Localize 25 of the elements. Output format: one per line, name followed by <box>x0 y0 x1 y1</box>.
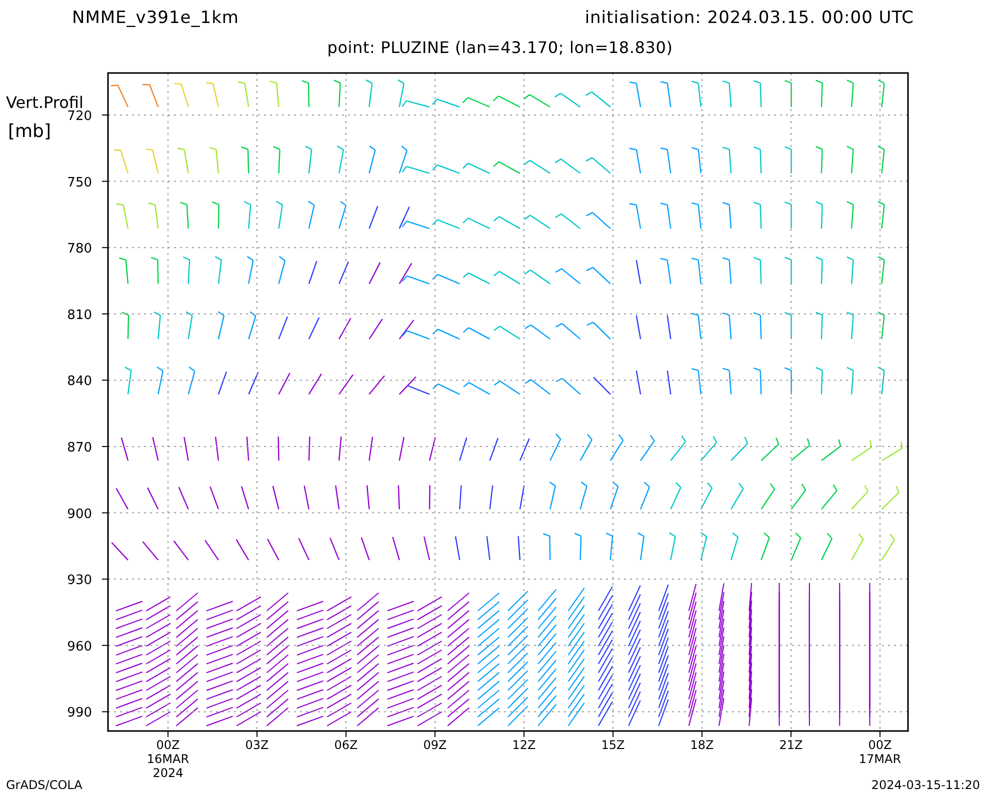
x-tick-label: 15Z <box>601 738 625 752</box>
y-tick-label: 750 <box>67 175 92 190</box>
y-tick-label: 930 <box>67 573 92 588</box>
point-subtitle: point: PLUZINE (lan=43.170; lon=18.830) <box>327 38 673 59</box>
x-tick-label: 18Z <box>690 738 714 752</box>
y-tick-label: 900 <box>67 506 92 522</box>
x-tick-label: 12Z <box>512 738 536 752</box>
y-tick-label: 720 <box>67 109 92 124</box>
y-tick-label: 990 <box>67 706 92 721</box>
y-tick-label: 870 <box>67 440 92 456</box>
footer-timestamp: 2024-03-15-11:20 <box>871 778 980 792</box>
y-tick-label: 840 <box>67 374 92 390</box>
x-tick-label: 00Z 16MAR 2024 <box>146 738 190 778</box>
x-tick-label: 03Z <box>245 738 269 752</box>
x-tick-label: 06Z <box>334 738 358 752</box>
x-tick-label: 21Z <box>779 738 803 752</box>
y-axis-label: [mb] <box>8 121 52 142</box>
footer-credit: GrADS/COLA <box>6 778 82 792</box>
x-tick-label: 09Z <box>423 738 447 752</box>
y-tick-label: 810 <box>67 308 92 323</box>
initialisation-time: initialisation: 2024.03.15. 00:00 UTC <box>584 8 914 30</box>
y-tick-label: 780 <box>67 242 92 257</box>
x-tick-label: 00Z 17MAR <box>858 738 902 766</box>
y-tick-label: 960 <box>67 639 92 654</box>
chart-title: NMME_v391e_1km <box>72 8 239 30</box>
